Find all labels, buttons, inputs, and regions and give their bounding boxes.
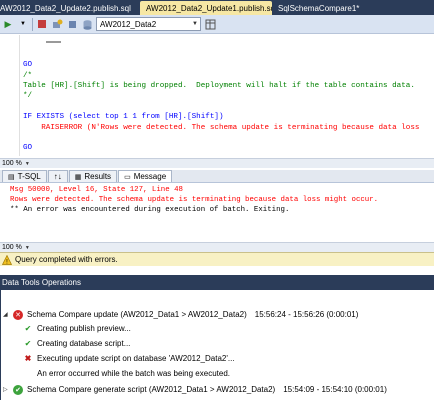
code-line-go-1: GO	[23, 61, 33, 69]
message-line: ** An error was encountered during execu…	[10, 206, 290, 214]
query-status-text: Query completed with errors.	[15, 255, 118, 264]
data-tools-operations-list: ◢ ✕ Schema Compare update (AW2012_Data1 …	[0, 290, 434, 400]
operation-time: 15:56:24 - 15:56:26 (0:00:01)	[254, 310, 359, 319]
operation-label: Schema Compare generate script (AW2012_D…	[27, 385, 276, 394]
message-line: Rows were detected. The schema update is…	[10, 196, 379, 204]
code-line-raiserror: RAISERROR (N'Rows were detected. The sch…	[23, 124, 420, 132]
operation-step-label: Creating database script...	[37, 339, 131, 348]
query-status-bar: ! Query completed with errors.	[0, 252, 434, 266]
data-tools-operations-title: Data Tools Operations	[2, 278, 82, 287]
script-icon: ▤	[8, 173, 15, 181]
operation-row[interactable]: ◢ ✕ Schema Compare update (AW2012_Data1 …	[3, 308, 358, 321]
operation-time: 15:54:09 - 15:54:10 (0:00:01)	[283, 385, 387, 394]
message-icon: ▭	[124, 173, 131, 181]
tab-sort[interactable]: ↑↓	[47, 170, 68, 182]
tab-tsql-label: T-SQL	[17, 172, 41, 181]
document-tab-strip: AW2012_Data2_Update2.publish.sql AW2012_…	[0, 0, 434, 15]
operation-step: ✔ Creating publish preview...	[23, 322, 131, 335]
database-select-value: AW2012_Data2	[100, 19, 157, 29]
code-line-if-exists: IF EXISTS (select top 1 1 from [HR].[Shi…	[23, 113, 224, 121]
tab-update1[interactable]: AW2012_Data2_Update1.publish.sql×	[140, 1, 272, 15]
results-tab-strip: ▤ T-SQL ↑↓ ▦ Results ▭ Message	[0, 170, 434, 183]
operation-step-label: Executing update script on database 'AW2…	[37, 354, 235, 363]
operation-step: ✔ Creating database script...	[23, 337, 131, 350]
tab-update1-label: AW2012_Data2_Update1.publish.sql	[146, 4, 272, 13]
tab-results[interactable]: ▦ Results	[68, 170, 118, 182]
operation-error-detail: An error occurred while the batch was be…	[37, 367, 230, 380]
tab-update2-label: AW2012_Data2_Update2.publish.sql	[0, 4, 131, 13]
tab-schema-compare[interactable]: SqlSchemaCompare1*	[272, 1, 432, 15]
operation-step-label: Creating publish preview...	[37, 324, 131, 333]
disconnect-icon[interactable]	[66, 18, 78, 30]
code-line-comment-close: */	[23, 92, 33, 100]
tab-update2[interactable]: AW2012_Data2_Update2.publish.sql	[0, 1, 140, 15]
stop-icon[interactable]	[36, 18, 48, 30]
operation-label: Schema Compare update (AW2012_Data1 > AW…	[27, 310, 247, 319]
connect-icon[interactable]	[51, 18, 63, 30]
chevron-down-icon[interactable]: ▼	[25, 161, 30, 167]
results-zoom-level[interactable]: 100 %	[2, 244, 22, 251]
tab-results-label: Results	[84, 172, 112, 181]
tab-message-label: Message	[133, 172, 167, 181]
x-icon: ✖	[24, 354, 32, 363]
checkmark-icon: ✔	[24, 339, 32, 348]
chevron-down-icon: ▼	[192, 21, 198, 27]
collapse-icon[interactable]: ◢	[3, 311, 9, 318]
database-icon	[81, 18, 93, 30]
tab-message[interactable]: ▭ Message	[118, 170, 173, 182]
tab-tsql[interactable]: ▤ T-SQL	[2, 170, 47, 182]
code-line-comment-open: /*	[23, 72, 33, 80]
data-tools-operations-header: Data Tools Operations	[0, 275, 434, 290]
operation-step: ✖ Executing update script on database 'A…	[23, 352, 235, 365]
error-icon: ✕	[13, 309, 23, 320]
operation-error-text: An error occurred while the batch was be…	[37, 369, 230, 378]
chevron-down-icon[interactable]: ▼	[25, 245, 30, 251]
success-icon: ✔	[13, 384, 23, 395]
results-grid-icon[interactable]	[204, 18, 216, 30]
code-line-comment-text: Table [HR].[Shift] is being dropped. Dep…	[23, 82, 415, 90]
results-zoom-bar: 100 % ▼	[0, 242, 434, 252]
editor-margin	[19, 35, 20, 156]
checkmark-icon: ✔	[24, 324, 32, 333]
editor-zoom-level[interactable]: 100 %	[2, 160, 22, 167]
database-select[interactable]: AW2012_Data2 ▼	[96, 17, 201, 31]
tab-schema-compare-label: SqlSchemaCompare1*	[278, 4, 360, 13]
messages-pane[interactable]: Msg 50000, Level 16, State 127, Line 48 …	[0, 184, 434, 241]
dropdown-arrow-icon[interactable]: ▼	[17, 18, 29, 30]
operation-row[interactable]: ▷ ✔ Schema Compare generate script (AW20…	[3, 383, 387, 396]
expand-icon[interactable]: ▷	[3, 386, 9, 393]
sql-editor[interactable]: GO /* Table [HR].[Shift] is being droppe…	[0, 35, 434, 156]
grid-icon: ▦	[74, 173, 82, 181]
toolbar-separator	[32, 17, 33, 31]
code-line-scrolled	[23, 35, 81, 56]
toolbar: ▶ ▼ AW2012_Data2 ▼	[0, 15, 434, 34]
execute-icon[interactable]: ▶	[2, 18, 14, 30]
warning-icon: !	[2, 254, 12, 265]
message-line: Msg 50000, Level 16, State 127, Line 48	[10, 186, 183, 194]
editor-zoom-bar: 100 % ▼	[0, 158, 434, 168]
code-line-go-2: GO	[23, 144, 33, 152]
sort-icon: ↑↓	[53, 172, 62, 181]
